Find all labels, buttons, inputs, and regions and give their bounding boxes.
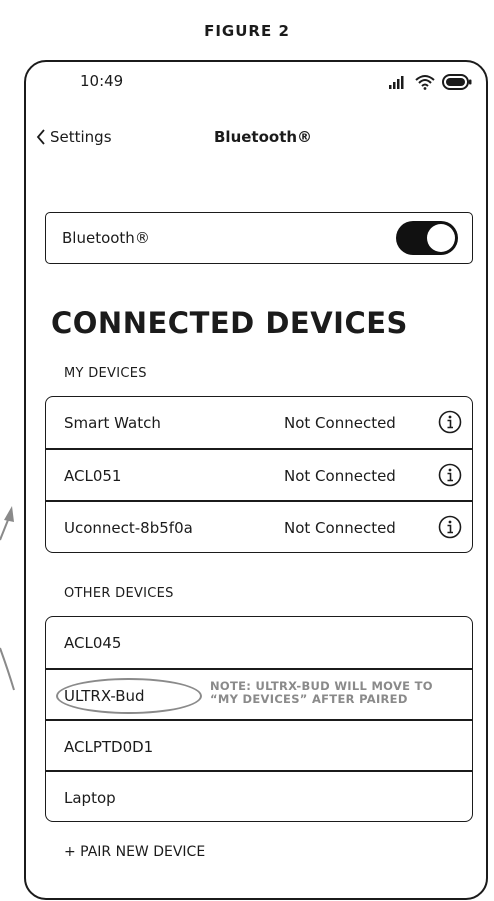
other-devices-header: OTHER DEVICES xyxy=(64,586,174,601)
device-name: ACL051 xyxy=(64,467,122,485)
device-status: Not Connected xyxy=(284,519,396,537)
my-devices-list: Smart Watch Not Connected ACL051 Not Con… xyxy=(45,396,473,553)
bluetooth-toggle[interactable] xyxy=(396,221,458,255)
page-title: Bluetooth® xyxy=(214,128,313,146)
connected-devices-heading: CONNECTED DEVICES xyxy=(51,306,408,340)
chevron-left-icon xyxy=(36,129,45,145)
device-name: Uconnect-8b5f0a xyxy=(64,519,193,537)
bluetooth-label: Bluetooth® xyxy=(62,229,150,247)
device-row-uconnect[interactable]: Uconnect-8b5f0a Not Connected xyxy=(46,500,472,552)
device-row-smart-watch[interactable]: Smart Watch Not Connected xyxy=(46,397,472,448)
device-row-laptop[interactable]: Laptop xyxy=(46,770,472,821)
note-line: “MY DEVICES” AFTER PAIRED xyxy=(210,692,408,706)
info-icon[interactable] xyxy=(438,515,462,539)
device-name: Smart Watch xyxy=(64,414,161,432)
device-name: ACLPTD0D1 xyxy=(64,738,154,756)
device-row-aclptd0d1[interactable]: ACLPTD0D1 xyxy=(46,719,472,770)
status-icons xyxy=(388,74,472,90)
pairing-note: NOTE: ULTRX-BUD WILL MOVE TO “MY DEVICES… xyxy=(210,680,433,706)
device-row-ultrx-bud[interactable]: ULTRX-Bud NOTE: ULTRX-BUD WILL MOVE TO “… xyxy=(46,668,472,719)
pair-new-device-button[interactable]: + PAIR NEW DEVICE xyxy=(64,844,205,860)
figure-title: FIGURE 2 xyxy=(204,22,290,40)
device-name: ULTRX-Bud xyxy=(64,687,145,705)
phone-frame: 10:49 Settings Bluetooth® Bluetooth® CON… xyxy=(24,60,488,900)
device-status: Not Connected xyxy=(284,467,396,485)
device-name: ACL045 xyxy=(64,634,122,652)
back-button[interactable]: Settings xyxy=(36,128,112,146)
device-name: Laptop xyxy=(64,789,116,807)
device-row-acl051[interactable]: ACL051 Not Connected xyxy=(46,448,472,500)
signal-icon xyxy=(389,76,404,89)
wifi-icon xyxy=(415,75,435,90)
my-devices-header: MY DEVICES xyxy=(64,366,147,381)
bluetooth-toggle-row: Bluetooth® xyxy=(45,212,473,264)
device-row-acl045[interactable]: ACL045 xyxy=(46,617,472,668)
info-icon[interactable] xyxy=(438,410,462,434)
back-label: Settings xyxy=(50,128,112,146)
info-icon[interactable] xyxy=(438,463,462,487)
device-status: Not Connected xyxy=(284,414,396,432)
status-time: 10:49 xyxy=(80,72,124,90)
other-devices-list: ACL045 ULTRX-Bud NOTE: ULTRX-BUD WILL MO… xyxy=(45,616,473,822)
battery-icon xyxy=(442,74,472,90)
toggle-knob xyxy=(427,224,455,252)
